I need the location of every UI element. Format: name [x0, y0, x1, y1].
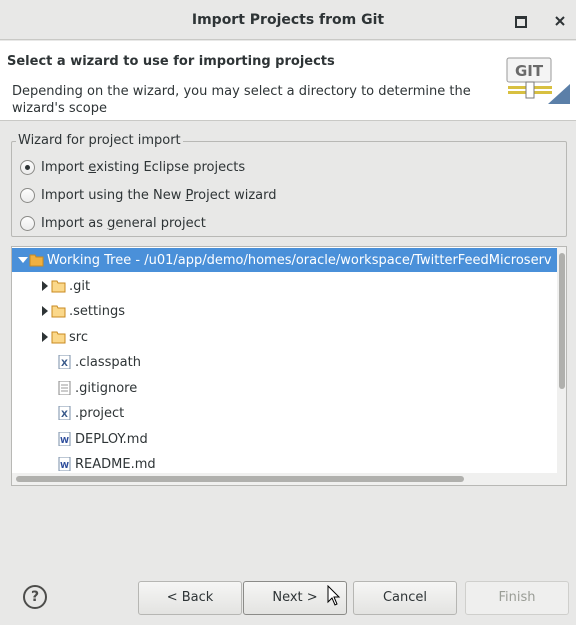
text-file-icon — [58, 381, 71, 395]
collapse-arrow-icon[interactable] — [39, 305, 51, 317]
horizontal-scrollbar-thumb[interactable] — [16, 476, 464, 482]
word-file-icon: W — [58, 432, 71, 446]
expand-arrow-icon[interactable] — [17, 254, 29, 266]
page-description: Depending on the wizard, you may select … — [12, 84, 471, 116]
finish-button[interactable]: Finish — [465, 581, 569, 615]
tree-item-folder[interactable]: .git — [12, 274, 557, 298]
tree-item-label: DEPLOY.md — [75, 431, 148, 447]
tree-item-file[interactable]: W DEPLOY.md — [12, 427, 557, 451]
tree-root-row[interactable]: Working Tree - /u01/app/demo/homes/oracl… — [12, 248, 557, 272]
git-logo-text: GIT — [515, 62, 544, 80]
svg-text:X: X — [61, 359, 68, 369]
svg-text:W: W — [60, 436, 69, 445]
radio-import-general[interactable]: Import as general project — [20, 213, 206, 233]
help-button[interactable]: ? — [23, 585, 47, 609]
tree-item-file[interactable]: X .project — [12, 401, 557, 425]
import-dialog: Import Projects from Git Select a wizard… — [0, 0, 576, 625]
folder-icon — [29, 254, 44, 267]
collapse-arrow-icon[interactable] — [39, 331, 51, 343]
tree-item-folder[interactable]: .settings — [12, 299, 557, 323]
tree-item-file[interactable]: .gitignore — [12, 376, 557, 400]
tree-item-label: src — [69, 329, 88, 345]
tree-item-file[interactable]: X .classpath — [12, 350, 557, 374]
title-bar: Import Projects from Git — [0, 0, 576, 40]
git-logo-icon: GIT — [506, 57, 570, 104]
word-file-icon: W — [58, 457, 71, 471]
tree-item-label: README.md — [75, 456, 156, 472]
radio-button[interactable] — [20, 187, 35, 203]
radio-label: Import existing Eclipse projects — [41, 159, 246, 175]
radio-label: Import as general project — [41, 215, 206, 231]
radio-label: Import using the New Project wizard — [41, 187, 277, 203]
back-button[interactable]: < Back — [138, 581, 242, 615]
tree-root-label: Working Tree - /u01/app/demo/homes/oracl… — [47, 252, 552, 268]
cancel-button[interactable]: Cancel — [353, 581, 457, 615]
folder-icon — [51, 331, 66, 344]
page-title: Select a wizard to use for importing pro… — [7, 54, 335, 69]
collapse-arrow-icon[interactable] — [39, 280, 51, 292]
wizard-group: Wizard for project import Import existin… — [11, 133, 567, 237]
radio-button[interactable] — [20, 215, 35, 231]
window-title: Import Projects from Git — [191, 12, 385, 28]
folder-icon — [51, 305, 66, 318]
xml-file-icon: X — [58, 406, 71, 420]
wizard-header: Select a wizard to use for importing pro… — [0, 41, 576, 121]
radio-import-existing[interactable]: Import existing Eclipse projects — [20, 157, 245, 177]
tree-item-label: .gitignore — [75, 380, 138, 396]
project-tree[interactable]: Working Tree - /u01/app/demo/homes/oracl… — [11, 246, 567, 486]
maximize-button[interactable] — [510, 10, 530, 30]
tree-item-folder[interactable]: src — [12, 325, 557, 349]
folder-icon — [51, 280, 66, 293]
radio-button[interactable] — [20, 159, 35, 175]
radio-import-new-project[interactable]: Import using the New Project wizard — [20, 185, 277, 205]
tree-item-label: .project — [75, 405, 125, 421]
mouse-pointer-icon — [327, 585, 341, 606]
xml-file-icon: X — [58, 355, 71, 369]
close-button[interactable] — [550, 10, 570, 30]
close-icon — [555, 16, 565, 26]
horizontal-scrollbar[interactable] — [12, 473, 566, 485]
tree-item-label: .git — [69, 278, 91, 294]
svg-text:W: W — [60, 461, 69, 470]
tree-item-label: .settings — [69, 303, 125, 319]
vertical-scrollbar[interactable] — [557, 247, 566, 473]
tree-item-label: .classpath — [75, 354, 141, 370]
vertical-scrollbar-thumb[interactable] — [559, 253, 565, 389]
svg-text:X: X — [61, 410, 68, 420]
wizard-group-legend: Wizard for project import — [16, 133, 183, 148]
